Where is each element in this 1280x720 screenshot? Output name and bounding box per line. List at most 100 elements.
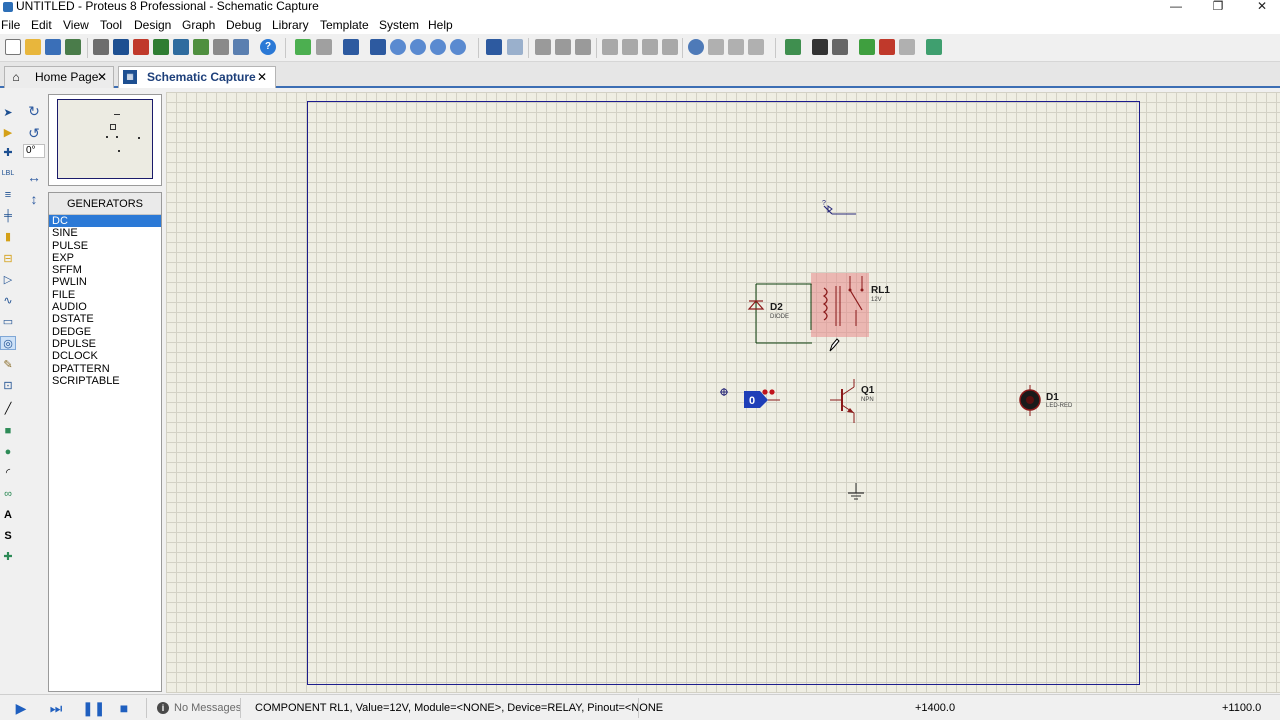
list-item[interactable]: SINE [49, 227, 161, 239]
zoom-in-icon[interactable] [390, 39, 406, 55]
step-icon[interactable]: ⏭ [48, 700, 64, 716]
list-item[interactable]: EXP [49, 252, 161, 264]
menu-tool[interactable]: Tool [100, 17, 122, 33]
info-icon[interactable]: i [157, 702, 169, 714]
list-item[interactable]: DPULSE [49, 338, 161, 350]
design-explorer-icon[interactable] [233, 39, 249, 55]
grid-icon[interactable] [316, 39, 332, 55]
close-button[interactable]: ✕ [1242, 0, 1280, 14]
zoom-out-icon[interactable] [410, 39, 426, 55]
rotate-anticlockwise-icon[interactable]: ↺ [25, 124, 43, 142]
box-icon[interactable]: ■ [0, 424, 16, 438]
circle-icon[interactable]: ● [0, 445, 16, 459]
list-item[interactable]: FILE [49, 289, 161, 301]
paste-icon[interactable] [575, 39, 591, 55]
list-item[interactable]: PWLIN [49, 276, 161, 288]
arc-icon[interactable]: ◜ [0, 466, 16, 480]
voltage-probe-icon[interactable]: ✎ [0, 358, 16, 372]
menu-help[interactable]: Help [428, 17, 453, 33]
new-file-icon[interactable] [5, 39, 21, 55]
rotation-angle-field[interactable]: 0° [23, 144, 45, 158]
undo-icon[interactable] [486, 39, 502, 55]
led-d1[interactable] [1018, 384, 1042, 418]
origin-icon[interactable] [343, 39, 359, 55]
list-item[interactable]: AUDIO [49, 301, 161, 313]
junction-dot-icon[interactable]: ✚ [0, 146, 16, 160]
pan-icon[interactable] [370, 39, 386, 55]
ground-terminal[interactable] [847, 482, 865, 502]
search-icon[interactable] [812, 39, 828, 55]
cut-icon[interactable] [535, 39, 551, 55]
tab-schematic-capture[interactable]: ▦ Schematic Capture ✕ [118, 66, 276, 88]
menu-file[interactable]: File [1, 17, 20, 33]
pick-device-icon[interactable] [688, 39, 704, 55]
relay-rl1[interactable] [806, 270, 876, 342]
menu-design[interactable]: Design [134, 17, 171, 33]
source-code-icon[interactable] [213, 39, 229, 55]
maximize-button[interactable]: ❐ [1198, 0, 1238, 14]
generators-header[interactable]: GENERATORS [49, 193, 161, 215]
copy-icon[interactable] [555, 39, 571, 55]
decompose-icon[interactable] [748, 39, 764, 55]
block-delete-icon[interactable] [662, 39, 678, 55]
list-item[interactable]: DEDGE [49, 326, 161, 338]
buses-icon[interactable]: ╪ [0, 209, 16, 223]
redo-icon[interactable] [507, 39, 523, 55]
minimize-button[interactable]: — [1156, 0, 1196, 14]
symbol-icon[interactable]: S [0, 529, 16, 543]
text-icon[interactable]: A [0, 508, 16, 522]
refresh-icon[interactable] [295, 39, 311, 55]
stop-icon[interactable]: ■ [116, 700, 132, 716]
list-item[interactable]: DSTATE [49, 313, 161, 325]
list-item[interactable]: DC [49, 215, 161, 228]
block-copy-icon[interactable] [602, 39, 618, 55]
menu-edit[interactable]: Edit [31, 17, 52, 33]
open-folder-icon[interactable] [25, 39, 41, 55]
path-icon[interactable]: ∞ [0, 487, 16, 501]
pcb-icon[interactable] [133, 39, 149, 55]
virtual-instruments-icon[interactable]: ⊡ [0, 379, 16, 393]
menu-system[interactable]: System [379, 17, 419, 33]
make-device-icon[interactable] [708, 39, 724, 55]
electrical-rule-check-icon[interactable] [926, 39, 942, 55]
zoom-all-icon[interactable] [430, 39, 446, 55]
marker-icon[interactable]: ✚ [0, 550, 16, 564]
list-item[interactable]: SFFM [49, 264, 161, 276]
remove-sheet-icon[interactable] [879, 39, 895, 55]
message-count[interactable]: No Messages [174, 701, 241, 715]
overview-window[interactable] [48, 94, 162, 186]
terminals-icon[interactable]: ⊟ [0, 252, 16, 266]
zoom-area-icon[interactable] [450, 39, 466, 55]
gerber-icon[interactable] [153, 39, 169, 55]
3d-view-icon[interactable] [173, 39, 189, 55]
tape-recorder-icon[interactable]: ▭ [0, 315, 16, 329]
menu-debug[interactable]: Debug [226, 17, 261, 33]
wire-label-icon[interactable]: LBL [0, 167, 16, 181]
transistor-q1[interactable] [828, 377, 862, 427]
mirror-horizontal-icon[interactable]: ↔ [25, 168, 43, 186]
schematic-icon[interactable] [113, 39, 129, 55]
list-item[interactable]: SCRIPTABLE [49, 375, 161, 387]
import-icon[interactable] [65, 39, 81, 55]
close-icon[interactable]: ✕ [257, 70, 267, 84]
play-icon[interactable]: ▶ [13, 700, 29, 716]
tab-home-page[interactable]: ⌂ Home Page ✕ [4, 66, 114, 88]
list-item[interactable]: DPATTERN [49, 363, 161, 375]
rotate-clockwise-icon[interactable]: ↻ [25, 102, 43, 120]
wire-autorouter-icon[interactable] [785, 39, 801, 55]
subcircuit-icon[interactable]: ▮ [0, 230, 16, 244]
help-icon[interactable]: ? [260, 39, 276, 55]
list-item[interactable]: PULSE [49, 240, 161, 252]
close-icon[interactable]: ✕ [97, 70, 107, 84]
menu-graph[interactable]: Graph [182, 17, 215, 33]
list-item[interactable]: DCLOCK [49, 350, 161, 362]
mirror-vertical-icon[interactable]: ↕ [25, 190, 43, 208]
menu-view[interactable]: View [63, 17, 89, 33]
selection-mode-icon[interactable]: ➤ [0, 106, 16, 120]
block-move-icon[interactable] [622, 39, 638, 55]
menu-library[interactable]: Library [272, 17, 309, 33]
save-icon[interactable] [45, 39, 61, 55]
new-sheet-icon[interactable] [859, 39, 875, 55]
bom-icon[interactable] [193, 39, 209, 55]
component-mode-icon[interactable]: ▶ [0, 126, 16, 140]
